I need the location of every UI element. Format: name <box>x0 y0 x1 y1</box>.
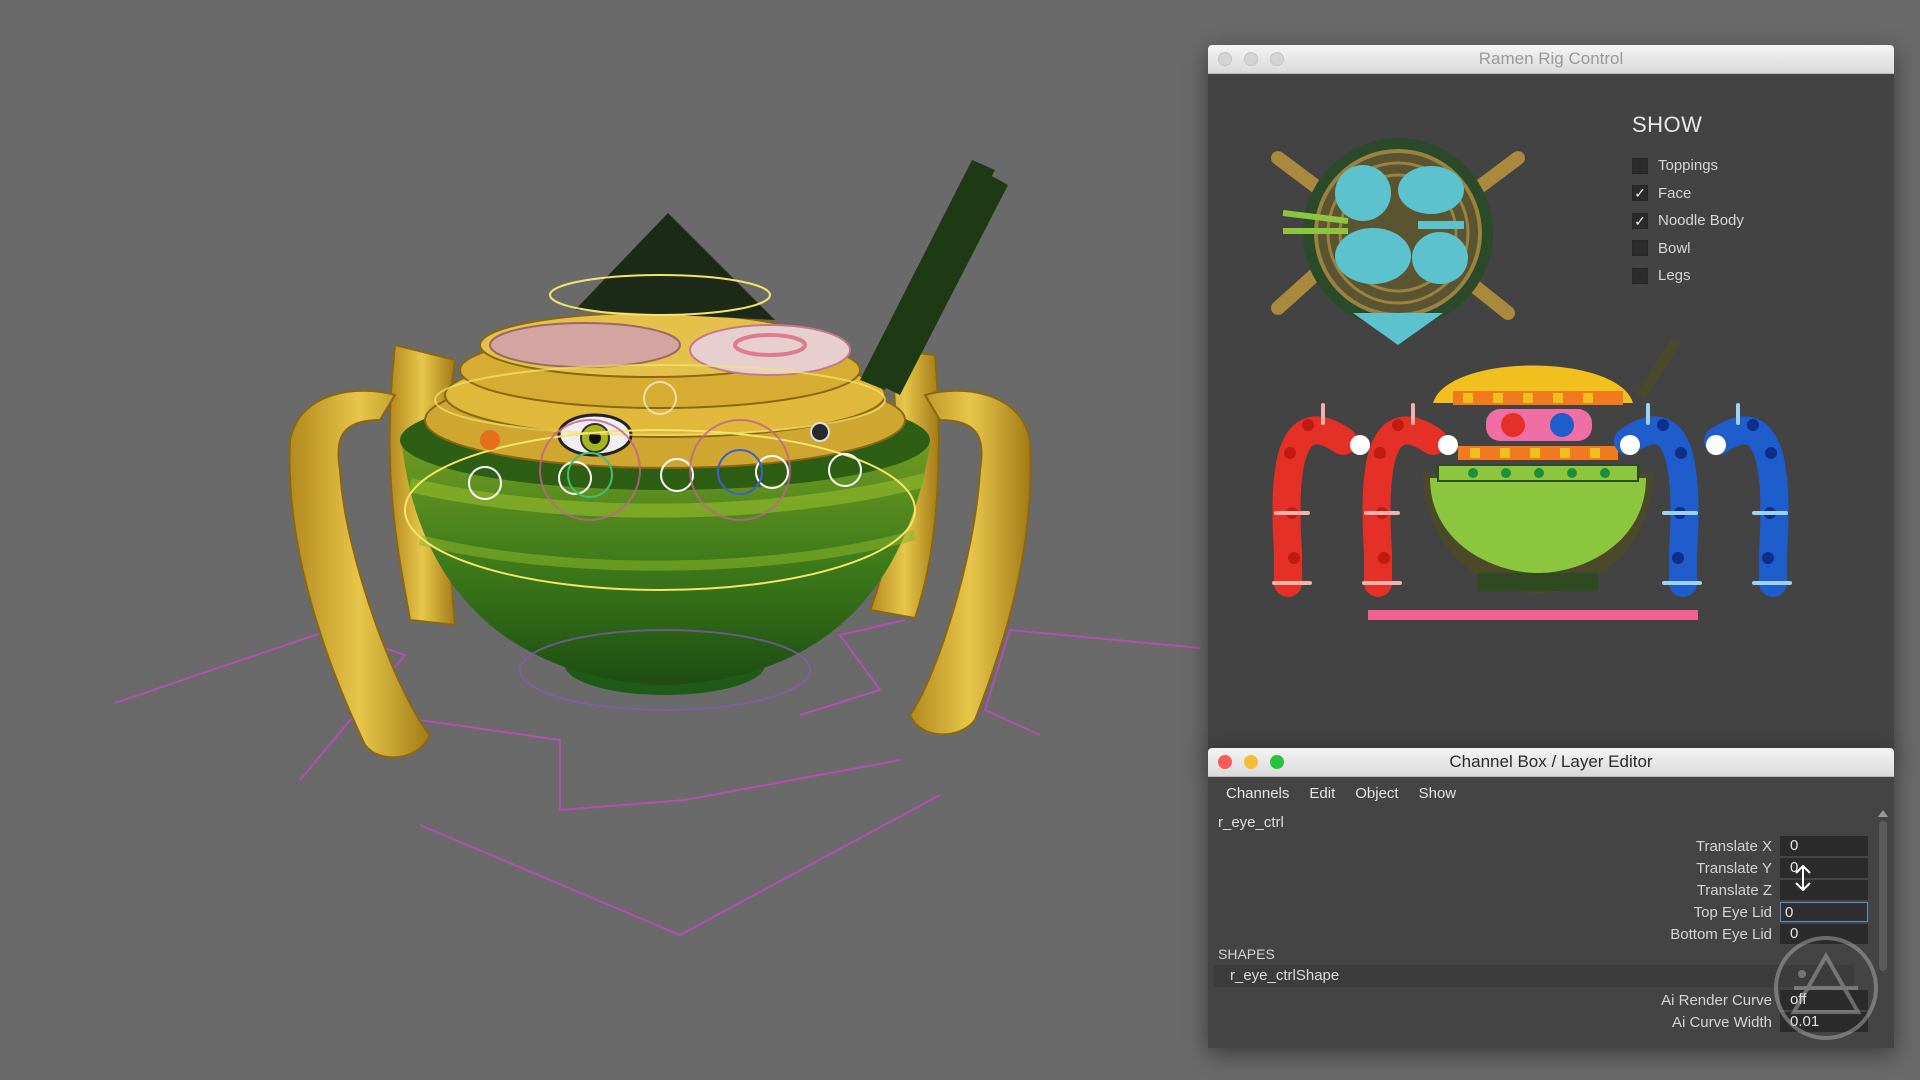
channel-box-window[interactable]: Channel Box / Layer Editor Channels Edit… <box>1208 748 1894 1048</box>
attr-label[interactable]: Top Eye Lid <box>1522 904 1780 921</box>
shapes-header: SHAPES <box>1218 946 1275 962</box>
scroll-up-arrow-icon[interactable] <box>1878 810 1888 817</box>
maximize-button[interactable] <box>1270 52 1284 66</box>
rig-control-window[interactable]: Ramen Rig Control SHOW Toppings ✓ Face ✓… <box>1208 45 1894 757</box>
rig-window-titlebar[interactable]: Ramen Rig Control <box>1208 45 1894 74</box>
checkbox-box[interactable] <box>1632 240 1648 257</box>
object-name[interactable]: r_eye_ctrl <box>1218 814 1284 831</box>
show-legs-checkbox[interactable]: Legs <box>1632 262 1744 290</box>
attr-label[interactable]: Ai Render Curve <box>1522 992 1780 1009</box>
option-label: Noodle Body <box>1658 212 1744 230</box>
attr-label[interactable]: Translate Z <box>1522 882 1780 899</box>
rig-window-title: Ramen Rig Control <box>1478 49 1624 68</box>
show-bowl-checkbox[interactable]: Bowl <box>1632 235 1744 263</box>
channel-box-titlebar[interactable]: Channel Box / Layer Editor <box>1208 748 1894 777</box>
option-label: Legs <box>1658 267 1691 285</box>
minimize-button[interactable] <box>1244 52 1258 66</box>
attr-translate-x[interactable]: Translate X 0 <box>1522 835 1868 857</box>
scroll-thumb[interactable] <box>1879 821 1887 971</box>
menu-show[interactable]: Show <box>1419 785 1457 802</box>
close-button[interactable] <box>1218 755 1232 769</box>
menu-channels[interactable]: Channels <box>1226 785 1289 802</box>
attr-label[interactable]: Ai Curve Width <box>1522 1014 1780 1031</box>
channel-box-menubar: Channels Edit Object Show <box>1208 777 1894 809</box>
toppings-picker[interactable] <box>1271 138 1525 345</box>
maximize-button[interactable] <box>1270 755 1284 769</box>
close-button[interactable] <box>1218 52 1232 66</box>
option-label: Toppings <box>1658 157 1719 175</box>
attr-label[interactable]: Bottom Eye Lid <box>1522 926 1780 943</box>
move-cursor-icon <box>1795 865 1811 891</box>
show-face-checkbox[interactable]: ✓ Face <box>1632 180 1744 208</box>
body-picker[interactable] <box>1368 338 1698 620</box>
menu-object[interactable]: Object <box>1355 785 1398 802</box>
attr-translate-z[interactable]: Translate Z <box>1522 879 1868 901</box>
attr-value-field[interactable]: 0 <box>1780 836 1868 856</box>
nori-topping[interactable] <box>575 213 775 320</box>
menu-edit[interactable]: Edit <box>1309 785 1335 802</box>
checkbox-box[interactable] <box>1632 267 1648 284</box>
show-title: SHOW <box>1632 112 1703 137</box>
attr-translate-y[interactable]: Translate Y 0 <box>1522 857 1868 879</box>
minimize-button[interactable] <box>1244 755 1258 769</box>
attr-value-field-active[interactable]: 0 <box>1780 902 1868 922</box>
watermark-logo-icon <box>1774 936 1878 1040</box>
show-panel: SHOW Toppings ✓ Face ✓ Noodle Body Bowl … <box>1632 112 1744 290</box>
attr-label[interactable]: Translate X <box>1522 838 1780 855</box>
attr-top-eye-lid[interactable]: Top Eye Lid 0 <box>1522 901 1868 923</box>
rig-picker-canvas[interactable] <box>1208 73 1894 757</box>
attr-label[interactable]: Translate Y <box>1522 860 1780 877</box>
channel-box-title: Channel Box / Layer Editor <box>1449 752 1653 771</box>
shape-name[interactable]: r_eye_ctrlShape <box>1214 965 1854 987</box>
checkbox-box[interactable] <box>1632 157 1648 174</box>
checkmark-icon[interactable]: ✓ <box>1632 185 1648 202</box>
show-noodle-body-checkbox[interactable]: ✓ Noodle Body <box>1632 207 1744 235</box>
option-label: Face <box>1658 184 1692 202</box>
option-label: Bowl <box>1658 239 1691 257</box>
show-toppings-checkbox[interactable]: Toppings <box>1632 152 1744 180</box>
checkmark-icon[interactable]: ✓ <box>1632 212 1648 229</box>
